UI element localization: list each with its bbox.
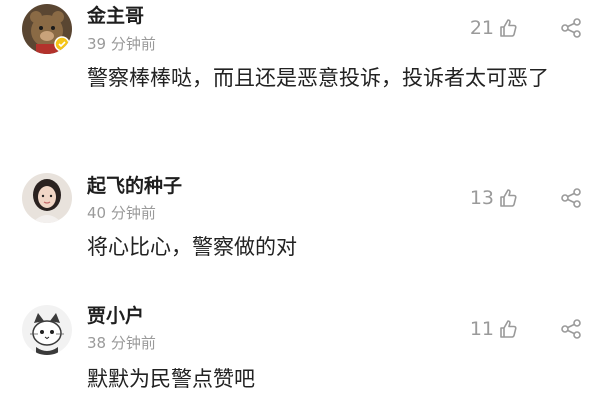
avatar[interactable] bbox=[22, 4, 72, 54]
like-count: 21 bbox=[469, 17, 494, 39]
comment-text: 将心比心，警察做的对 bbox=[87, 235, 297, 259]
share-button[interactable] bbox=[560, 18, 582, 38]
comment-item: 金主哥 39 分钟前 21 警察棒棒哒，而且还是恶意投诉，投诉者太可恶了 bbox=[0, 0, 600, 150]
like-button[interactable]: 21 bbox=[470, 16, 518, 40]
comment-text: 默默为民警点赞吧 bbox=[87, 367, 255, 391]
timestamp: 39 分钟前 bbox=[87, 35, 156, 53]
share-button[interactable] bbox=[560, 319, 582, 339]
girl-portrait-avatar-icon bbox=[22, 173, 72, 223]
username[interactable]: 金主哥 bbox=[87, 4, 144, 28]
like-count: 13 bbox=[469, 187, 494, 209]
share-button[interactable] bbox=[560, 188, 582, 208]
avatar[interactable] bbox=[22, 305, 72, 355]
username[interactable]: 起飞的种子 bbox=[87, 174, 182, 198]
timestamp: 40 分钟前 bbox=[87, 204, 156, 222]
like-button[interactable]: 13 bbox=[470, 186, 518, 210]
share-icon bbox=[560, 319, 582, 339]
cartoon-cat-avatar-icon bbox=[22, 305, 72, 355]
like-button[interactable]: 11 bbox=[470, 317, 518, 341]
share-icon bbox=[560, 188, 582, 208]
comment-text: 警察棒棒哒，而且还是恶意投诉，投诉者太可恶了 bbox=[87, 66, 549, 90]
comment-item: 贾小户 38 分钟前 11 默默为民警点赞吧 bbox=[0, 290, 600, 407]
username[interactable]: 贾小户 bbox=[87, 304, 144, 328]
timestamp: 38 分钟前 bbox=[87, 334, 156, 352]
share-icon bbox=[560, 18, 582, 38]
thumbs-up-icon bbox=[498, 18, 518, 38]
like-count: 11 bbox=[469, 318, 494, 340]
comment-item: 起飞的种子 40 分钟前 13 将心比心，警察做的对 bbox=[0, 150, 600, 290]
teddy-bear-avatar-icon bbox=[22, 4, 72, 54]
thumbs-up-icon bbox=[498, 319, 518, 339]
avatar[interactable] bbox=[22, 173, 72, 223]
thumbs-up-icon bbox=[498, 188, 518, 208]
